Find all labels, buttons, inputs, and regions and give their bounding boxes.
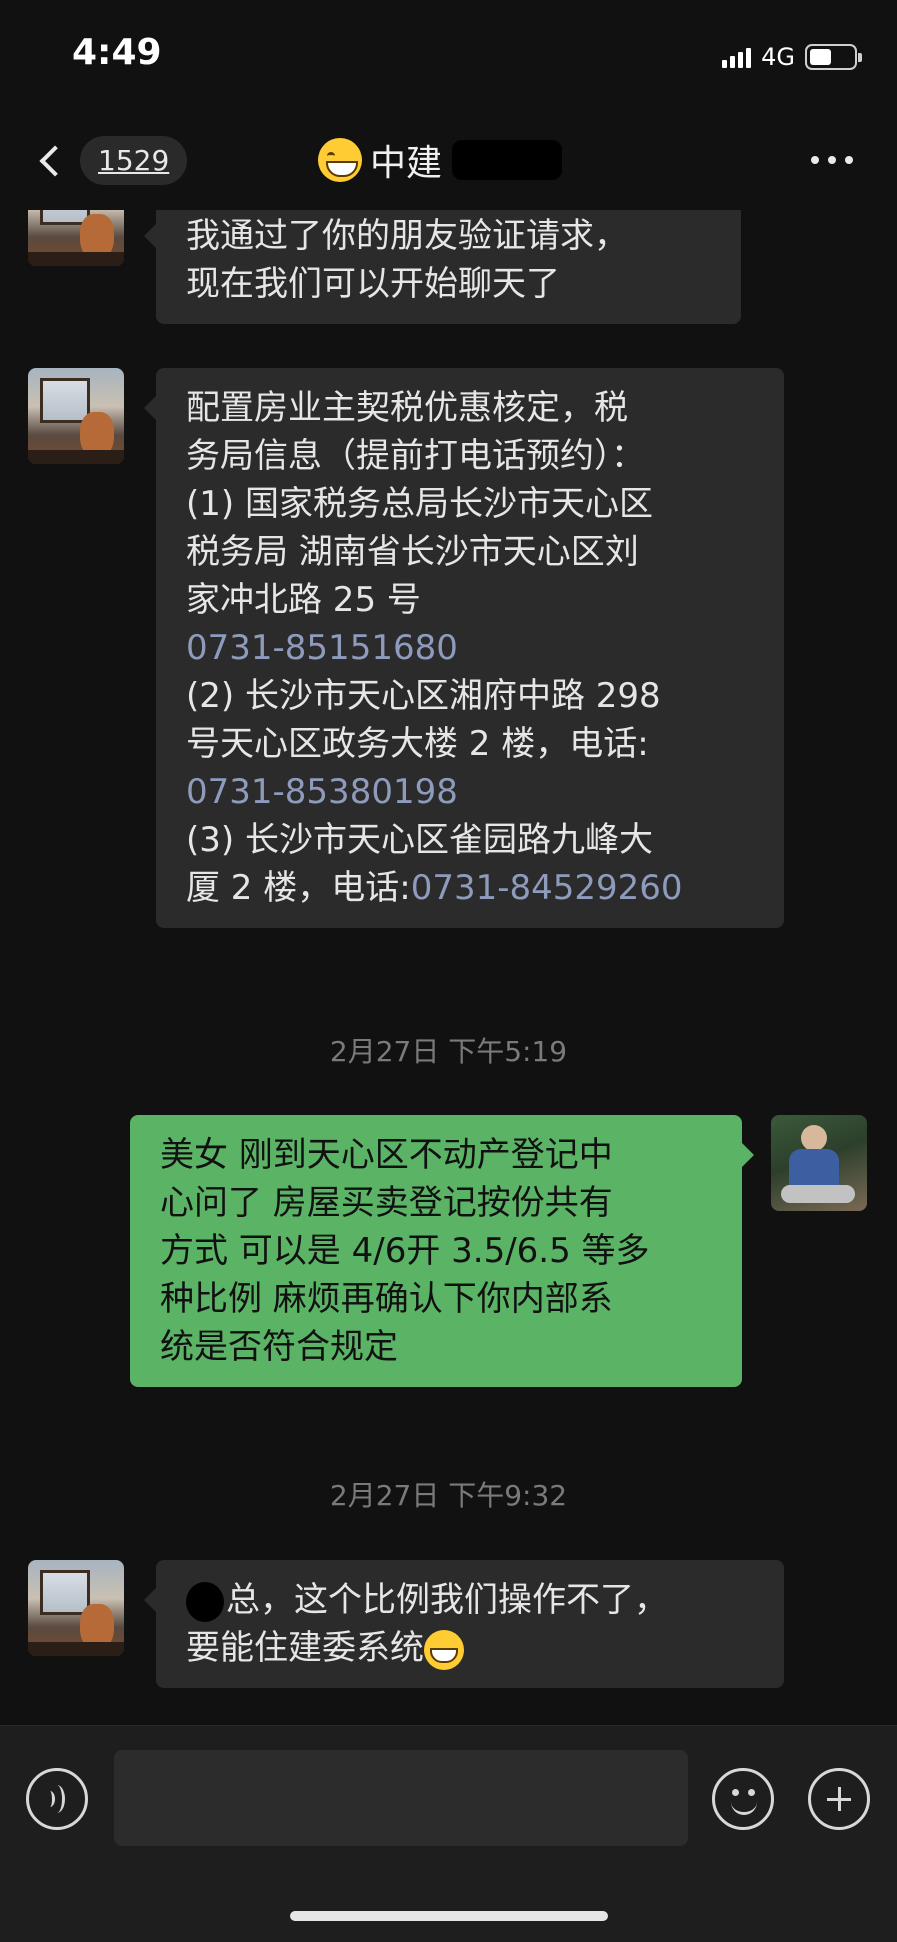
back-button[interactable]: 1529 bbox=[36, 136, 188, 185]
more-options-button[interactable] bbox=[811, 156, 853, 164]
more-dots-icon bbox=[811, 156, 819, 164]
message-text: 号天心区政务大楼 2 楼，电话: bbox=[186, 724, 649, 764]
message-bubble-incoming[interactable]: 我通过了你的朋友验证请求， 现在我们可以开始聊天了 bbox=[144, 210, 741, 324]
self-avatar[interactable] bbox=[771, 1115, 867, 1211]
message-text: 务局信息（提前打电话预约）： bbox=[186, 436, 645, 476]
chat-header: 1529 中建 bbox=[0, 110, 897, 210]
signal-icon bbox=[722, 46, 752, 68]
phone-number-link[interactable]: 0731-85380198 bbox=[186, 768, 754, 816]
voice-input-button[interactable] bbox=[26, 1768, 88, 1830]
message-text: (3) 长沙市天心区雀园路九峰大 bbox=[186, 820, 653, 860]
message-timestamp: 2月27日 下午9:32 bbox=[329, 1479, 568, 1512]
status-time: 4:49 bbox=[72, 32, 162, 73]
message-text: 现在我们可以开始聊天了 bbox=[186, 264, 560, 304]
redaction-mark bbox=[452, 140, 563, 180]
unread-count-badge: 1529 bbox=[80, 136, 188, 185]
emoji-button[interactable] bbox=[712, 1768, 774, 1830]
home-indicator[interactable] bbox=[290, 1911, 608, 1921]
chat-title-text: 中建 bbox=[370, 143, 443, 184]
contact-avatar[interactable] bbox=[28, 368, 124, 464]
input-bar bbox=[0, 1725, 897, 1942]
message-text: 我通过了你的朋友验证请求， bbox=[186, 216, 628, 256]
redaction-mark bbox=[186, 1581, 224, 1622]
message-timestamp: 2月27日 下午5:19 bbox=[329, 1035, 568, 1068]
message-text: 总，这个比例我们操作不了， bbox=[226, 1580, 668, 1620]
message-input[interactable] bbox=[114, 1750, 688, 1846]
message-text: (2) 长沙市天心区湘府中路 298 bbox=[186, 676, 661, 716]
contact-avatar[interactable] bbox=[28, 1560, 124, 1656]
chat-title: 中建 bbox=[318, 134, 563, 186]
status-indicators: 4G bbox=[722, 40, 862, 74]
grin-emoji-icon bbox=[424, 1629, 464, 1670]
phone-number-link[interactable]: 0731-84529260 bbox=[411, 868, 683, 908]
message-text: 配置房业主契税优惠核定，税 bbox=[186, 388, 628, 428]
message-text: (1) 国家税务总局长沙市天心区 bbox=[186, 484, 653, 524]
message-text: 方式 可以是 4/6开 3.5/6.5 等多 bbox=[160, 1231, 650, 1271]
message-text: 种比例 麻烦再确认下你内部系 bbox=[160, 1279, 613, 1319]
message-bubble-outgoing[interactable]: 美女 刚到天心区不动产登记中 心问了 房屋买卖登记按份共有 方式 可以是 4/6… bbox=[130, 1115, 754, 1387]
chevron-left-icon bbox=[39, 144, 71, 177]
message-text: 统是否符合规定 bbox=[160, 1327, 398, 1367]
message-text: 美女 刚到天心区不动产登记中 bbox=[160, 1135, 613, 1175]
battery-icon bbox=[805, 44, 862, 70]
status-bar: 4:49 4G bbox=[0, 0, 897, 110]
message-text: 厦 2 楼，电话: bbox=[186, 868, 411, 908]
message-text: 要能住建委系统 bbox=[186, 1628, 424, 1668]
message-list[interactable]: 我通过了你的朋友验证请求， 现在我们可以开始聊天了 配置房业主契税优惠核定，税 … bbox=[0, 210, 897, 1725]
more-actions-button[interactable] bbox=[808, 1768, 870, 1830]
contact-avatar[interactable] bbox=[28, 210, 124, 266]
phone-number-link[interactable]: 0731-85151680 bbox=[186, 624, 754, 672]
message-bubble-incoming[interactable]: 配置房业主契税优惠核定，税 务局信息（提前打电话预约）： (1) 国家税务总局长… bbox=[144, 368, 784, 928]
message-text: 税务局 湖南省长沙市天心区刘 bbox=[186, 532, 639, 572]
smiley-icon bbox=[732, 1789, 739, 1796]
grinning-face-icon bbox=[318, 138, 362, 182]
network-type: 4G bbox=[761, 43, 795, 71]
message-bubble-incoming[interactable]: 总，这个比例我们操作不了， 要能住建委系统 bbox=[144, 1560, 784, 1688]
message-text: 心问了 房屋买卖登记按份共有 bbox=[160, 1183, 613, 1223]
message-text: 家冲北路 25 号 bbox=[186, 580, 421, 620]
